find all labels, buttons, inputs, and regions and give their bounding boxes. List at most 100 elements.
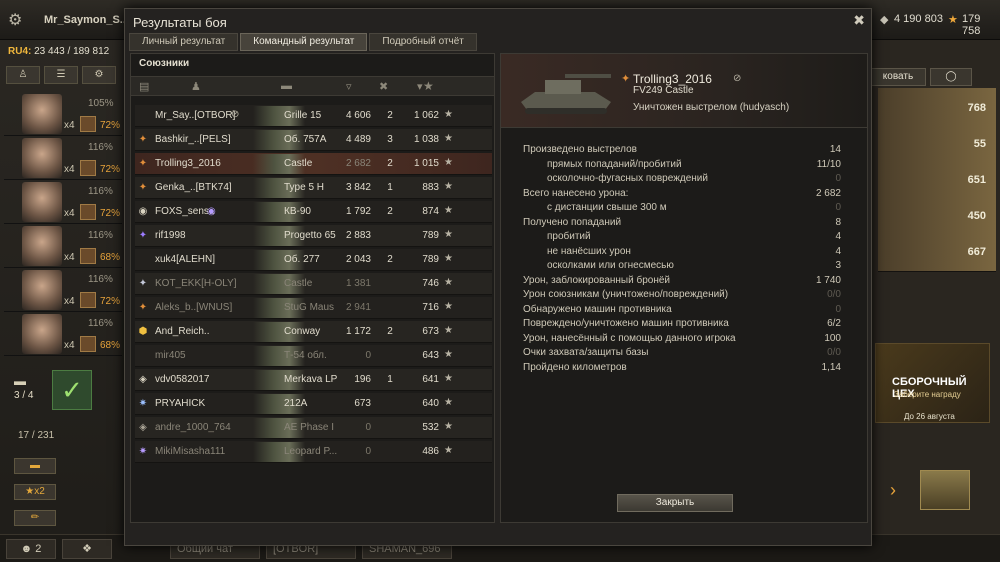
xp-star-icon[interactable]: ★	[423, 79, 434, 93]
star-icon: ★	[444, 373, 453, 384]
player-row[interactable]: ✦ rif1998 Progetto 65 2 883 789 ★	[135, 225, 492, 247]
tank-filter-button[interactable]: ▬	[14, 458, 56, 474]
clan-emblem-icon: ✦	[138, 158, 148, 169]
crew-member[interactable]: 116% x4 72%	[4, 268, 122, 312]
xp-value: 532	[422, 422, 439, 433]
stat-value: 0/0	[827, 347, 841, 358]
squad-icon[interactable]: ▤	[139, 80, 149, 93]
stat-row: Получено попаданий 8	[523, 217, 841, 231]
crew-multiplier: x4	[64, 208, 75, 219]
clan-emblem-icon: ✦	[138, 182, 148, 193]
ready-checkbox[interactable]: ✓	[52, 370, 92, 410]
star-icon: ★	[444, 205, 453, 216]
stat-row: Обнаружено машин противника 0	[523, 304, 841, 318]
crew-member[interactable]: 116% x4 72%	[4, 180, 122, 224]
player-row[interactable]: ✦ KOT_EKK[H-OLY] Castle 1 381 746 ★	[135, 273, 492, 295]
tab-personal[interactable]: Личный результат	[129, 33, 239, 51]
crew-member[interactable]: 116% x4 72%	[4, 136, 122, 180]
stat-value: 11/10	[816, 158, 841, 170]
player-row[interactable]: ✦ Bashkir_..[PELS] Об. 757А 4 489 3 1 03…	[135, 129, 492, 151]
player-row[interactable]: ✷ PRYAHICK 212A 673 640 ★	[135, 393, 492, 415]
tank-name: Conway	[284, 326, 321, 337]
book-button[interactable]: ☰	[44, 66, 78, 84]
chevron-right-icon[interactable]: ›	[890, 480, 896, 501]
tank-name: Grille 15	[284, 110, 322, 121]
damage-value: 196	[354, 374, 371, 385]
player-row[interactable]: ⬢ And_Reich.. Conway 1 172 2 673 ★	[135, 321, 492, 343]
crew-button[interactable]: ♙	[6, 66, 40, 84]
forge-button[interactable]: ковать	[870, 68, 926, 86]
star-icon: ★	[444, 301, 453, 312]
damage-icon[interactable]: ▿	[346, 80, 352, 93]
clan-emblem-icon: ✦	[138, 230, 148, 241]
skill-icon	[80, 160, 96, 176]
stat-value: 2 682	[815, 187, 841, 199]
kills-value: 3	[387, 134, 393, 145]
player-row[interactable]: ✦ Genka_..[BTK74] Type 5 H 3 842 1 883 ★	[135, 177, 492, 199]
promo-banner[interactable]: СБОРОЧНЫЙ ЦЕХ Заберите награду До 26 авг…	[875, 343, 990, 423]
damage-value: 2 682	[345, 158, 371, 169]
damage-value: 0	[365, 350, 371, 361]
multiplier-button[interactable]: ★x2	[14, 484, 56, 500]
tank-name: Type 5 H	[284, 182, 325, 193]
player-name: Genka_..[BTK74]	[155, 182, 232, 193]
player-row[interactable]: Mr_Say..[OTBOR] ⊘ Grille 15 4 606 2 1 06…	[135, 105, 492, 127]
crew-skill-percent: 116%	[88, 142, 113, 153]
crew-multiplier: x4	[64, 340, 75, 351]
player-row[interactable]: ✷ MikiMisasha111 Leopard P... 0 486 ★	[135, 441, 492, 463]
tank-name: AE Phase I	[284, 422, 335, 433]
stat-row: Всего нанесено урона: 2 682	[523, 188, 841, 202]
tank-icon[interactable]: ▬	[281, 80, 292, 92]
player-row[interactable]: ◉ FOXS_sens.. ◉ КВ-90 1 792 2 874 ★	[135, 201, 492, 223]
close-button[interactable]: Закрыть	[617, 494, 733, 512]
skill-icon	[80, 248, 96, 264]
vehicle-button[interactable]: ⚙	[82, 66, 116, 84]
xp-value: 640	[422, 398, 439, 409]
mute-icon: ⊘	[231, 109, 240, 120]
close-icon[interactable]: ✖	[853, 12, 865, 29]
stat-row: Урон, заблокированный бронёй 1 740	[523, 275, 841, 289]
crew-progress-percent: 68%	[100, 252, 121, 263]
sort-arrow-icon[interactable]: ▾	[417, 80, 423, 93]
crew-skill-percent: 116%	[88, 318, 113, 329]
damage-value: 673	[354, 398, 371, 409]
stat-label: с дистанции свыше 300 м	[547, 202, 667, 213]
tank-name: Merkava LP	[284, 374, 338, 385]
clan-emblem-icon: ✷	[138, 446, 148, 457]
player-icon[interactable]: ♟	[191, 80, 201, 93]
crate-icon[interactable]	[920, 470, 970, 510]
tab-team[interactable]: Командный результат	[240, 33, 368, 51]
tab-detailed[interactable]: Подробный отчёт	[369, 33, 477, 51]
clan-emblem-icon: ✷	[138, 398, 148, 409]
kills-value: 2	[387, 110, 393, 121]
star-icon: ★	[444, 109, 453, 120]
clan-emblem-icon: ✦	[138, 278, 148, 289]
crew-progress-percent: 72%	[100, 296, 121, 307]
gear-icon[interactable]: ⚙	[8, 10, 22, 30]
player-row[interactable]: mir405 Т-54 обл. 0 643 ★	[135, 345, 492, 367]
crew-progress-percent: 72%	[100, 120, 121, 131]
tank-icon: ▬	[14, 374, 26, 388]
handshake-button[interactable]: ❖	[62, 539, 112, 559]
crew-member[interactable]: 116% x4 68%	[4, 224, 122, 268]
tank-image	[521, 74, 611, 114]
player-row[interactable]: ◈ vdv0582017 Merkava LP 196 1 641 ★	[135, 369, 492, 391]
toggle-button[interactable]: ◯	[930, 68, 972, 86]
kills-icon[interactable]: ✖	[379, 80, 388, 93]
crew-member[interactable]: 116% x4 68%	[4, 312, 122, 356]
crew-portrait	[22, 182, 62, 222]
friends-button[interactable]: ☻ 2	[6, 539, 56, 559]
player-row-selected[interactable]: ✦ Trolling3_2016 Castle 2 682 2 1 015 ★	[135, 153, 492, 175]
kills-value: 2	[387, 254, 393, 265]
value-row: 667	[878, 232, 996, 272]
damage-value: 2 883	[345, 230, 371, 241]
player-row[interactable]: ◈ andre_1000_764 AE Phase I 0 532 ★	[135, 417, 492, 439]
crew-member[interactable]: 105% x4 72%	[4, 92, 122, 136]
tank-name: 212A	[284, 398, 308, 409]
player-row[interactable]: ✦ Aleks_b..[WNUS] StuG Maus 2 941 716 ★	[135, 297, 492, 319]
damage-value: 4 606	[345, 110, 371, 121]
gold-value: 179 758	[962, 13, 981, 37]
damage-value: 0	[365, 422, 371, 433]
player-row[interactable]: xuk4[ALEHN] Об. 277 2 043 2 789 ★	[135, 249, 492, 271]
pencil-button[interactable]: ✏	[14, 510, 56, 526]
